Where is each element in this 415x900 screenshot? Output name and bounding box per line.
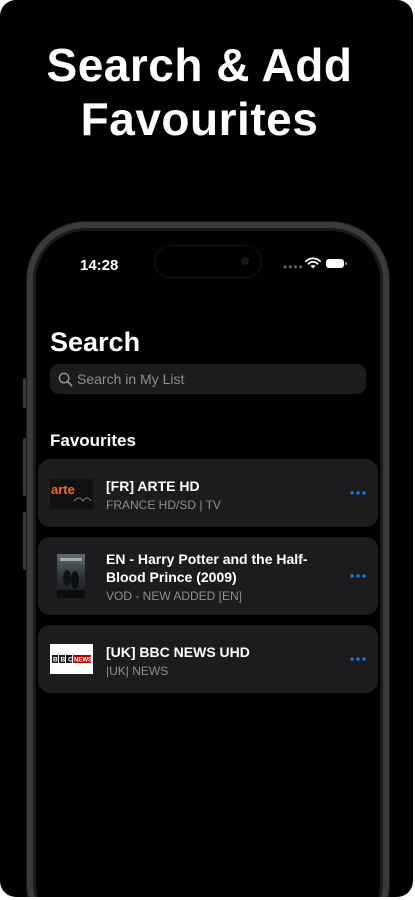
phone-volume-down-button bbox=[23, 512, 26, 570]
marketing-headline: Search & Add Favourites bbox=[0, 38, 399, 146]
news-logo-text: NEWS bbox=[74, 658, 92, 664]
more-options-icon[interactable] bbox=[348, 654, 368, 664]
battery-icon bbox=[326, 259, 347, 268]
search-placeholder: Search in My List bbox=[77, 371, 185, 387]
arte-logo: arte bbox=[50, 479, 93, 509]
search-icon bbox=[58, 372, 73, 386]
phone-volume-up-button bbox=[23, 438, 26, 496]
phone-bezel: 14:28 •••• Search Search in My List Favo… bbox=[33, 228, 383, 897]
favourite-subtitle: |UK| NEWS bbox=[106, 664, 169, 678]
favourite-subtitle: VOD - NEW ADDED [EN] bbox=[106, 589, 243, 603]
favourite-title: [UK] BBC NEWS UHD bbox=[106, 644, 250, 660]
favourite-row[interactable]: arte [FR] ARTE HD FRANCE HD/SD | TV bbox=[38, 459, 378, 527]
bbc-news-logo-graphic: BBC NEWS bbox=[50, 644, 93, 674]
arte-logo-text: arte bbox=[51, 482, 75, 497]
favourite-title: EN - Harry Potter and the Half-Blood Pri… bbox=[106, 551, 308, 585]
search-input[interactable]: Search in My List bbox=[50, 364, 366, 394]
app-store-screenshot: Search & Add Favourites 14:28 •••• Searc… bbox=[0, 0, 413, 897]
headline-line-2: Favourites bbox=[80, 93, 319, 145]
cellular-dots-icon: •••• bbox=[283, 260, 304, 274]
bbc-news-logo: BBC NEWS bbox=[50, 644, 93, 674]
arte-logo-graphic: arte bbox=[50, 479, 93, 509]
section-title-favourites: Favourites bbox=[50, 431, 136, 450]
status-time: 14:28 bbox=[80, 257, 119, 274]
dynamic-island bbox=[155, 246, 261, 277]
phone-frame: 14:28 •••• Search Search in My List Favo… bbox=[27, 222, 389, 897]
favourite-subtitle: FRANCE HD/SD | TV bbox=[106, 498, 221, 512]
wifi-icon bbox=[305, 257, 321, 269]
favourite-text: [UK] BBC NEWS UHD |UK| NEWS bbox=[106, 643, 336, 679]
page-title: Search bbox=[50, 327, 141, 357]
favourite-row[interactable]: BBC NEWS [UK] BBC NEWS UHD |UK| NEWS bbox=[38, 625, 378, 693]
phone-screen: 14:28 •••• Search Search in My List Favo… bbox=[36, 231, 380, 897]
headline-line-1: Search & Add bbox=[46, 39, 353, 91]
bbc-logo-text: BBC bbox=[53, 657, 75, 664]
movie-poster bbox=[57, 554, 85, 598]
movie-poster-graphic bbox=[57, 554, 85, 598]
favourite-text: EN - Harry Potter and the Half-Blood Pri… bbox=[106, 550, 336, 604]
front-camera-icon bbox=[241, 257, 249, 265]
favourite-title: [FR] ARTE HD bbox=[106, 478, 200, 494]
favourite-row[interactable]: EN - Harry Potter and the Half-Blood Pri… bbox=[38, 537, 378, 615]
more-options-icon[interactable] bbox=[348, 571, 368, 581]
more-options-icon[interactable] bbox=[348, 488, 368, 498]
favourite-text: [FR] ARTE HD FRANCE HD/SD | TV bbox=[106, 477, 336, 513]
phone-action-button bbox=[23, 378, 26, 408]
